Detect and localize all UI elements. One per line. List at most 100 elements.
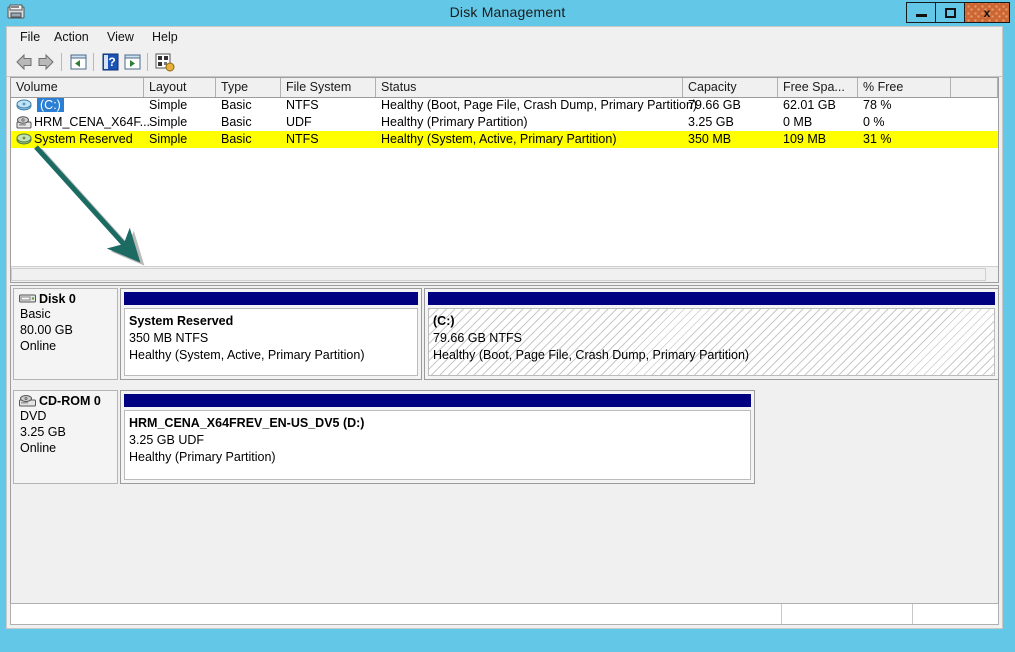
toolbar-separator-3: [147, 53, 148, 71]
maximize-button[interactable]: [935, 2, 965, 23]
status-pane-2: [782, 604, 913, 624]
cell-volume: HRM_CENA_X64F...: [34, 115, 150, 129]
column-header-free-space[interactable]: Free Spa...: [778, 78, 858, 97]
toolbar-separator-1: [61, 53, 62, 71]
column-header-blank[interactable]: [951, 78, 998, 97]
cell-capacity: 79.66 GB: [688, 98, 741, 112]
hard-disk-icon: [19, 293, 36, 305]
partition-status: Healthy (Boot, Page File, Crash Dump, Pr…: [433, 347, 994, 364]
svg-text:?: ?: [108, 55, 115, 69]
column-header-volume[interactable]: Volume: [11, 78, 144, 97]
cdrom-0-state: Online: [14, 440, 117, 456]
cell-percent-free: 78 %: [863, 98, 892, 112]
partition-color-bar: [124, 394, 751, 407]
cdrom-icon: [19, 395, 36, 407]
partition-title: HRM_CENA_X64FREV_EN-US_DV5 (D:): [129, 415, 750, 432]
status-pane-3: [913, 604, 998, 624]
cell-status: Healthy (Boot, Page File, Crash Dump, Pr…: [381, 98, 697, 112]
column-header-type[interactable]: Type: [216, 78, 281, 97]
partition-details: HRM_CENA_X64FREV_EN-US_DV5 (D:) 3.25 GB …: [124, 410, 751, 480]
cell-free-space: 0 MB: [783, 115, 812, 129]
cell-type: Basic: [221, 115, 252, 129]
partition-c-drive[interactable]: (C:) 79.66 GB NTFS Healthy (Boot, Page F…: [424, 288, 999, 380]
disk-0-info[interactable]: Disk 0 Basic 80.00 GB Online: [13, 288, 118, 380]
cell-status: Healthy (Primary Partition): [381, 115, 528, 129]
partition-title: (C:): [433, 313, 994, 330]
volume-list-rows: (C:) Simple Basic NTFS Healthy (Boot, Pa…: [11, 97, 998, 148]
table-row[interactable]: (C:) Simple Basic NTFS Healthy (Boot, Pa…: [11, 97, 998, 114]
cell-file-system: NTFS: [286, 98, 319, 112]
column-header-file-system[interactable]: File System: [281, 78, 376, 97]
cell-percent-free: 31 %: [863, 132, 892, 146]
column-header-layout[interactable]: Layout: [144, 78, 216, 97]
close-button[interactable]: x: [964, 2, 1010, 23]
toolbar-separator-2: [93, 53, 94, 71]
graphical-view[interactable]: Disk 0 Basic 80.00 GB Online System Rese…: [10, 285, 999, 622]
window-title: Disk Management: [0, 4, 1015, 20]
cell-volume: (C:): [37, 98, 64, 112]
menu-view[interactable]: View: [100, 30, 141, 44]
back-icon[interactable]: [13, 51, 35, 73]
partition-size-fs: 3.25 GB UDF: [129, 432, 750, 449]
table-row[interactable]: HRM_CENA_X64F... Simple Basic UDF Health…: [11, 114, 998, 131]
partition-title: System Reserved: [129, 313, 417, 330]
partition-details: System Reserved 350 MB NTFS Healthy (Sys…: [124, 308, 418, 376]
system-volume-icon: [16, 133, 32, 146]
title-bar[interactable]: Disk Management x: [0, 0, 1015, 26]
help-icon[interactable]: ?: [99, 51, 121, 73]
partition-dvd-drive[interactable]: HRM_CENA_X64FREV_EN-US_DV5 (D:) 3.25 GB …: [120, 390, 755, 484]
cell-free-space: 62.01 GB: [783, 98, 836, 112]
cell-status: Healthy (System, Active, Primary Partiti…: [381, 132, 616, 146]
cell-percent-free: 0 %: [863, 115, 885, 129]
window-controls: x: [907, 2, 1010, 24]
up-one-level-icon[interactable]: [67, 51, 89, 73]
cell-capacity: 350 MB: [688, 132, 731, 146]
column-header-capacity[interactable]: Capacity: [683, 78, 778, 97]
menu-file[interactable]: File: [13, 30, 47, 44]
minimize-button[interactable]: [906, 2, 936, 23]
partition-size-fs: 350 MB NTFS: [129, 330, 417, 347]
window-client-area: File Action View Help: [6, 26, 1003, 629]
cell-layout: Simple: [149, 132, 187, 146]
cdrom-0-size: 3.25 GB: [14, 424, 117, 440]
cell-file-system: UDF: [286, 115, 312, 129]
cell-type: Basic: [221, 98, 252, 112]
disk-0-state: Online: [14, 338, 117, 354]
volume-list-header: Volume Layout Type File System Status Ca…: [11, 78, 998, 98]
cdrom-0-info[interactable]: CD-ROM 0 DVD 3.25 GB Online: [13, 390, 118, 484]
menu-bar: File Action View Help: [7, 27, 1002, 49]
partition-details: (C:) 79.66 GB NTFS Healthy (Boot, Page F…: [428, 308, 995, 376]
table-row[interactable]: System Reserved Simple Basic NTFS Health…: [11, 131, 998, 148]
cell-layout: Simple: [149, 115, 187, 129]
partition-status: Healthy (System, Active, Primary Partiti…: [129, 347, 417, 364]
column-header-percent-free[interactable]: % Free: [858, 78, 951, 97]
cdrom-0-type: DVD: [14, 408, 117, 424]
volume-list[interactable]: Volume Layout Type File System Status Ca…: [10, 77, 999, 283]
toolbar: ?: [7, 48, 1002, 77]
cell-file-system: NTFS: [286, 132, 319, 146]
menu-action[interactable]: Action: [47, 30, 96, 44]
show-hide-action-pane-icon[interactable]: [121, 51, 143, 73]
rescan-disks-icon[interactable]: [153, 51, 175, 73]
status-bar: [10, 603, 999, 625]
partition-color-bar: [124, 292, 418, 305]
volume-drive-icon: [16, 99, 32, 112]
partition-size-fs: 79.66 GB NTFS: [433, 330, 994, 347]
disk-management-window: Disk Management x File Action View Help: [0, 0, 1015, 652]
menu-help[interactable]: Help: [145, 30, 185, 44]
column-header-status[interactable]: Status: [376, 78, 683, 97]
disk-0-type: Basic: [14, 306, 117, 322]
forward-icon[interactable]: [35, 51, 57, 73]
scrollbar-thumb[interactable]: [11, 268, 986, 281]
cell-layout: Simple: [149, 98, 187, 112]
status-pane-1: [11, 604, 782, 624]
partition-system-reserved[interactable]: System Reserved 350 MB NTFS Healthy (Sys…: [120, 288, 422, 380]
partition-color-bar: [428, 292, 995, 305]
volume-list-horizontal-scrollbar[interactable]: [11, 266, 998, 282]
cell-capacity: 3.25 GB: [688, 115, 734, 129]
cell-volume: System Reserved: [34, 132, 133, 146]
cell-type: Basic: [221, 132, 252, 146]
optical-drive-icon: [16, 116, 32, 129]
disk-0-size: 80.00 GB: [14, 322, 117, 338]
cell-free-space: 109 MB: [783, 132, 826, 146]
